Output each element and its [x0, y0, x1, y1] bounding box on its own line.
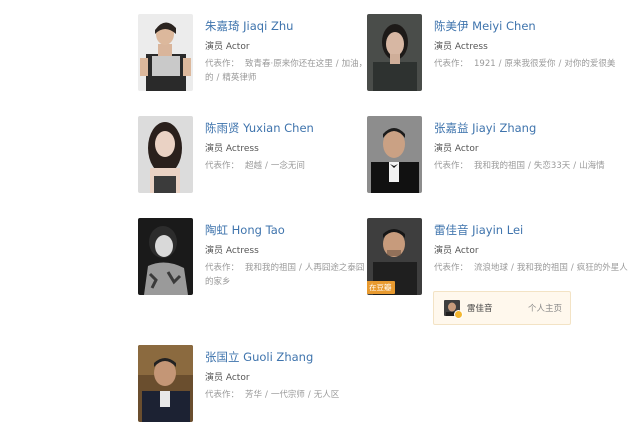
work-separator: /	[570, 263, 574, 273]
works-label: 代表作：	[434, 263, 469, 273]
popup-name[interactable]: 雷佳音	[467, 302, 493, 314]
actor-works: 代表作： 1921/原来我很爱你 / 对你的爱很美	[434, 57, 634, 71]
verified-icon	[454, 310, 463, 319]
actor-photo-image	[138, 14, 193, 91]
work-separator: /	[511, 263, 514, 273]
work-link[interactable]: 致青春·原来你还在这里	[245, 59, 333, 69]
profile-popup: 雷佳音 个人主页	[433, 291, 571, 325]
actor-role: 演员 Actor	[434, 144, 479, 154]
actor-photo-image	[138, 218, 193, 295]
work-separator: /	[307, 390, 311, 400]
actor-role: 演员 Actor	[205, 42, 250, 52]
work-link[interactable]: 疯狂的外星人	[577, 263, 628, 273]
work-link[interactable]: 对你的爱很美	[564, 59, 615, 69]
actor-photo[interactable]	[138, 218, 193, 295]
work-link[interactable]: 一念无间	[271, 161, 305, 171]
actor-role: 演员 Actor	[434, 246, 479, 256]
actor-name[interactable]: 朱嘉琦 Jiaqi Zhu	[205, 18, 293, 34]
actor-role: 演员 Actress	[434, 42, 488, 52]
work-link[interactable]: 1921	[474, 59, 496, 69]
homepage-link[interactable]: 个人主页	[528, 302, 562, 314]
work-separator: /	[265, 161, 268, 171]
actor-works: 代表作： 芳华 / 一代宗师 / 无人区	[205, 388, 405, 402]
work-link[interactable]: 芳华	[245, 390, 262, 400]
actor-photo[interactable]	[138, 14, 193, 91]
works-label: 代表作：	[434, 161, 469, 171]
work-separator: /	[216, 73, 220, 83]
actor-role: 演员 Actress	[205, 144, 259, 154]
actor-works: 代表作： 我和我的祖国 / 失恋33天 / 山海情	[434, 159, 634, 173]
actor-photo-image	[138, 116, 193, 193]
work-link[interactable]: 原来我很爱你	[505, 59, 556, 69]
actor-photo-image	[367, 14, 422, 91]
actor-role: 演员 Actress	[205, 246, 259, 256]
actor-name[interactable]: 雷佳音 Jiayin Lei	[434, 222, 523, 238]
actor-works: 代表作： 流浪地球 / 我和我的祖国 / 疯狂的外星人	[434, 261, 634, 275]
work-separator: /	[558, 59, 562, 69]
actor-photo[interactable]	[138, 345, 193, 422]
work-separator: /	[299, 263, 302, 273]
works-label: 代表作：	[434, 59, 469, 69]
work-link[interactable]: 我和我的祖国	[517, 263, 568, 273]
actor-photo[interactable]: 在豆瓣	[367, 218, 422, 295]
work-link[interactable]: 人再囧途之泰囧	[305, 263, 365, 273]
work-separator: /	[265, 390, 268, 400]
actor-photo[interactable]	[367, 14, 422, 91]
work-link[interactable]: 无人区	[314, 390, 340, 400]
actor-name[interactable]: 张嘉益 Jiayi Zhang	[434, 120, 536, 136]
work-link[interactable]: 山海情	[579, 161, 605, 171]
actor-photo[interactable]	[138, 116, 193, 193]
actor-photo[interactable]	[367, 116, 422, 193]
actor-photo-image	[367, 116, 422, 193]
work-link[interactable]: 超越	[245, 161, 262, 171]
work-link[interactable]: 我和我的祖国	[474, 161, 525, 171]
actor-name[interactable]: 陈雨贤 Yuxian Chen	[205, 120, 314, 136]
work-separator: /	[335, 59, 339, 69]
works-label: 代表作：	[205, 59, 240, 69]
works-label: 代表作：	[205, 390, 240, 400]
actor-role: 演员 Actor	[205, 373, 250, 383]
work-separator: /	[573, 161, 577, 171]
actor-name[interactable]: 陶虹 Hong Tao	[205, 222, 285, 238]
work-separator: /	[498, 59, 502, 69]
work-separator: /	[528, 161, 531, 171]
work-link[interactable]: 一代宗师	[271, 390, 305, 400]
works-label: 代表作：	[205, 161, 240, 171]
work-link[interactable]: 精英律师	[222, 73, 256, 83]
actor-name[interactable]: 陈美伊 Meiyi Chen	[434, 18, 536, 34]
work-link[interactable]: 失恋33天	[534, 161, 570, 171]
works-label: 代表作：	[205, 263, 240, 273]
work-link[interactable]: 流浪地球	[474, 263, 508, 273]
douban-badge: 在豆瓣	[367, 281, 395, 294]
actor-photo-image	[138, 345, 193, 422]
actor-name[interactable]: 张国立 Guoli Zhang	[205, 349, 313, 365]
work-link[interactable]: 我和我的祖国	[245, 263, 296, 273]
